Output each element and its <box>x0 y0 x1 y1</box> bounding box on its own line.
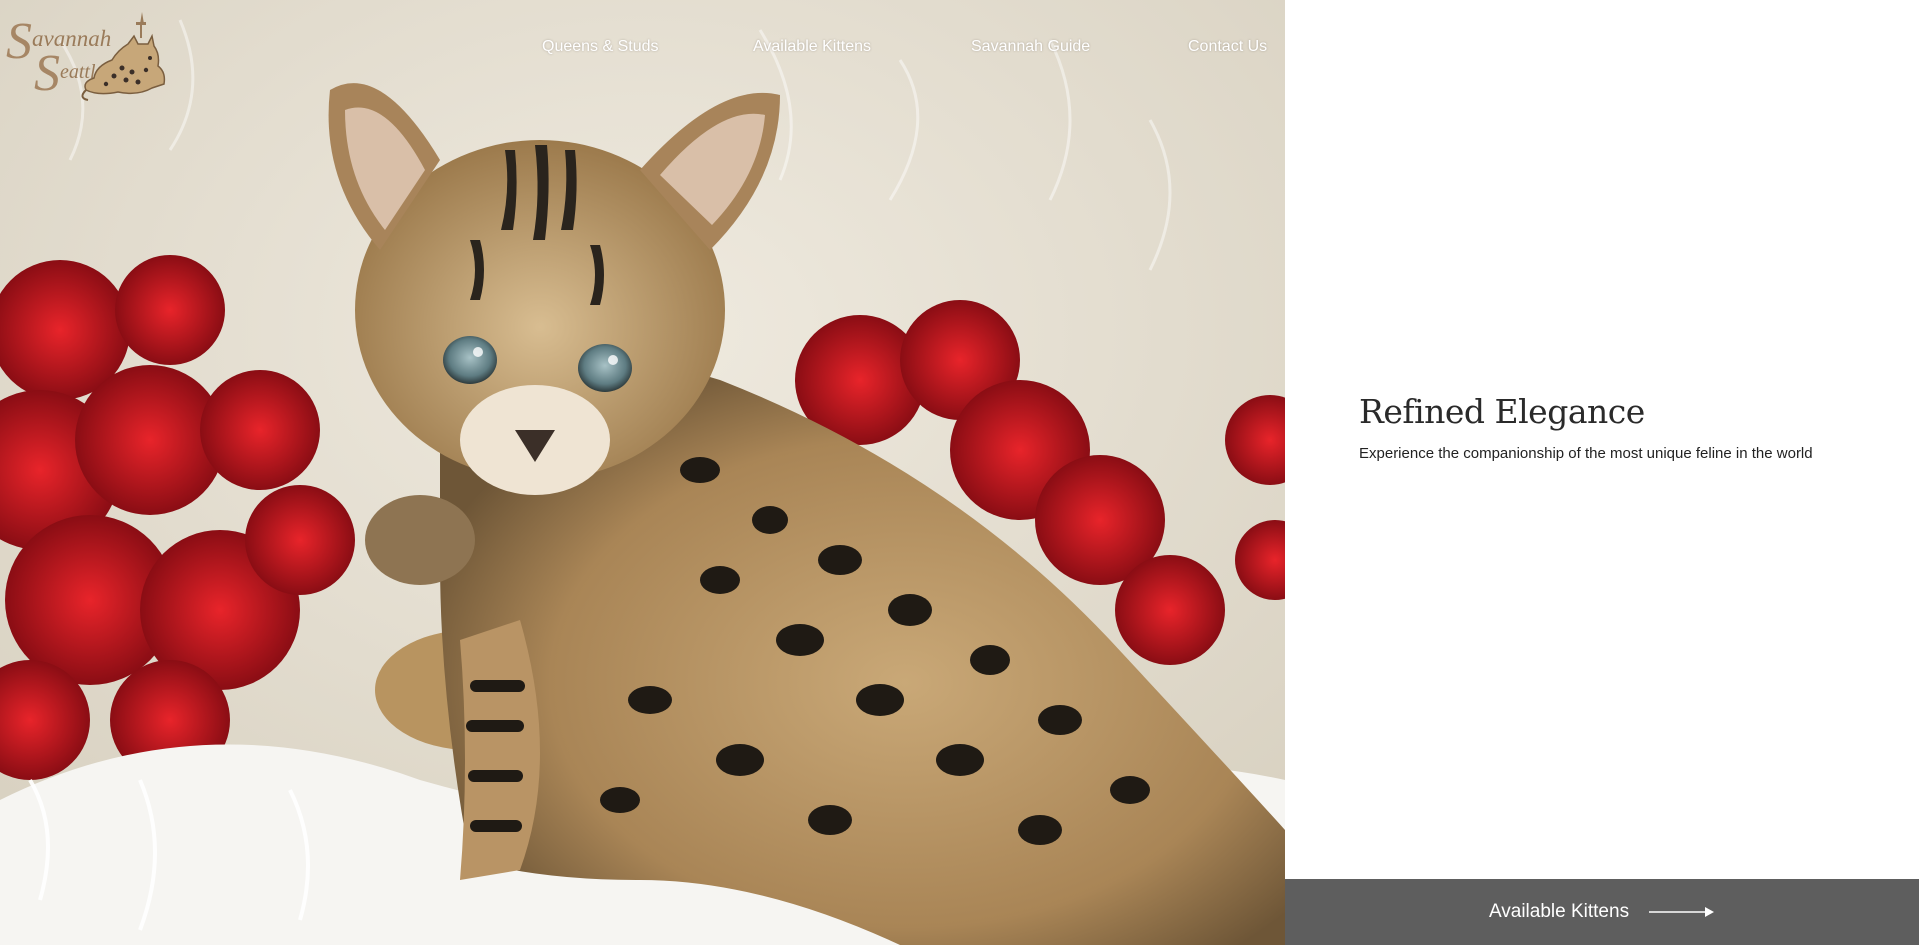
hero-headline: Refined Elegance <box>1359 392 1645 431</box>
available-kittens-cta-button[interactable]: Available Kittens <box>1285 879 1919 945</box>
kitten-photo-illustration <box>0 0 1285 945</box>
main-nav: Queens & Studs Available Kittens Savanna… <box>0 38 1285 62</box>
arrow-right-icon <box>1649 907 1715 917</box>
nav-item-contact-us[interactable]: Contact Us <box>1188 38 1267 56</box>
hero-subline: Experience the companionship of the most… <box>1359 445 1813 462</box>
cta-label: Available Kittens <box>1488 901 1630 922</box>
page: Savannah Seattle Queens & Studs Availabl… <box>0 0 1919 945</box>
hero-text-panel: Refined Elegance Experience the companio… <box>1285 0 1919 945</box>
nav-item-available-kittens[interactable]: Available Kittens <box>753 38 871 56</box>
nav-item-savannah-guide[interactable]: Savannah Guide <box>971 38 1090 56</box>
nav-item-queens-studs[interactable]: Queens & Studs <box>542 38 659 56</box>
hero-photo <box>0 0 1285 945</box>
